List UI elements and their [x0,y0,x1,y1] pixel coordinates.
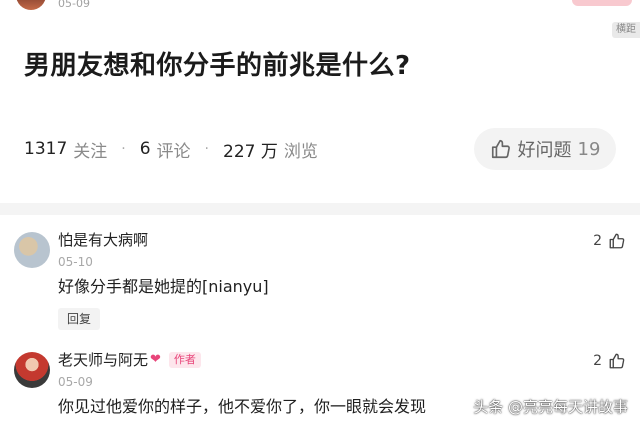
separator-dot: · [121,141,126,157]
question-title: 男朋友想和你分手的前兆是什么? [24,51,411,81]
comment-date: 05-09 [58,375,93,389]
comment-count: 6 [139,139,151,159]
good-question-button[interactable]: 好问题 19 [474,128,616,170]
side-tag[interactable]: 横距 [612,22,640,38]
comment-date: 05-10 [58,255,93,269]
separator-dot: · [204,141,209,157]
comment-text: 你见过他爱你的样子，他不爱你了，你一眼就会发现 [58,397,427,416]
previous-avatar [16,0,46,10]
author-badge: 作者 [168,352,201,368]
question-stats: 1317 关注 · 6 评论 · 227 万 浏览 [24,136,318,162]
avatar[interactable] [14,352,50,388]
avatar[interactable] [14,232,50,268]
like-button[interactable]: 2 [593,352,626,370]
comment-label: 评论 [156,141,191,162]
watermark: 头条 @亮亮每天讲故事 [473,398,628,416]
heart-icon: ❤ [150,352,161,367]
view-label: 浏览 [283,141,318,162]
comment-author-name[interactable]: 老天师与阿无 [58,350,148,370]
comment-author[interactable]: 老天师与阿无 ❤ 作者 [58,350,201,370]
like-count: 2 [593,353,602,369]
previous-action-button[interactable] [572,0,632,6]
thumbs-up-icon [609,233,625,249]
view-count: 227 万 [223,141,278,162]
thumbs-up-icon [609,353,625,369]
section-divider [0,203,640,215]
reply-button[interactable]: 回复 [58,308,100,330]
comment-text: 好像分手都是她提的[nianyu] [58,277,269,296]
like-count: 2 [593,233,602,249]
good-question-label: 好问题 [517,140,572,161]
thumbs-up-icon [491,139,510,159]
like-button[interactable]: 2 [593,232,626,250]
comment-author[interactable]: 怕是有大病啊 [58,230,148,250]
comment-author-name[interactable]: 怕是有大病啊 [58,230,148,250]
previous-item-strip: 05-09 [0,0,640,12]
follow-count: 1317 [24,139,68,159]
follow-label: 关注 [73,141,108,162]
good-question-count: 19 [577,138,601,160]
previous-date: 05-09 [58,0,90,10]
